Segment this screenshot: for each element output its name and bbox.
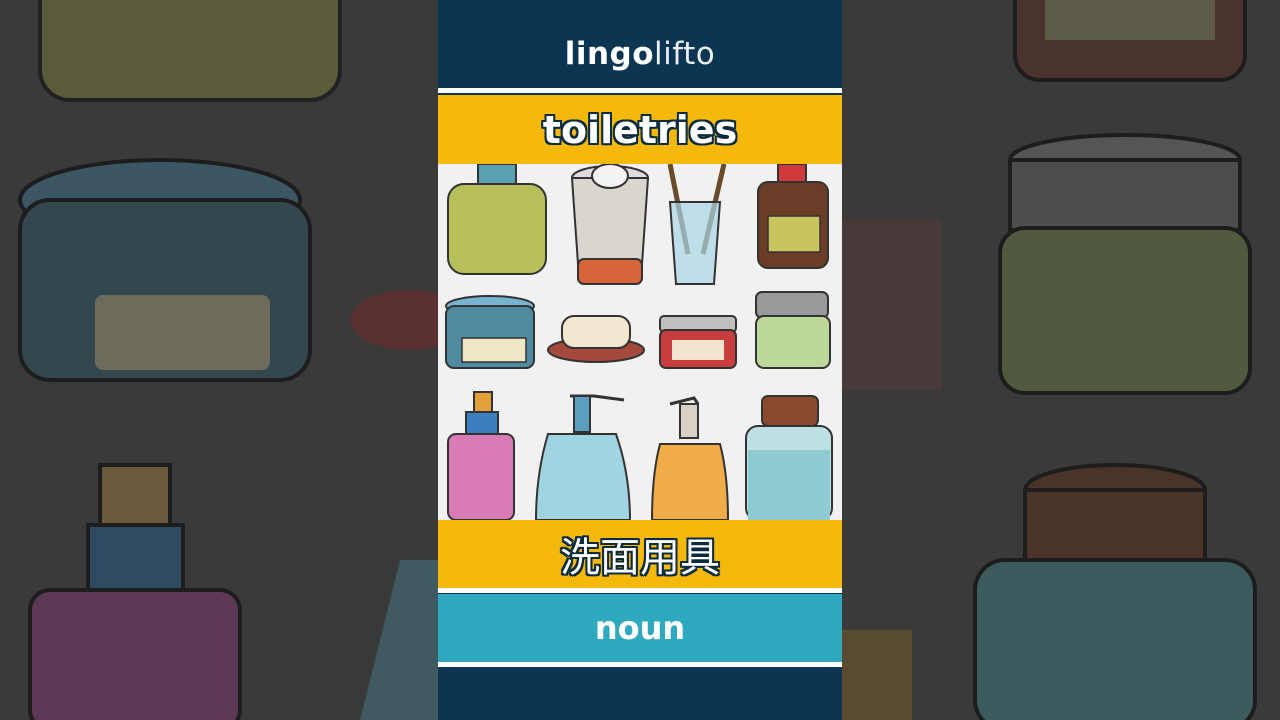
brown-bottle-icon <box>757 164 829 269</box>
orange-pump-bottle-icon <box>650 396 730 520</box>
teal-jar-bottle-icon <box>745 395 833 520</box>
translation-text: 洗面用具 <box>560 535 720 581</box>
cup-icon <box>570 164 650 285</box>
divider <box>438 588 842 593</box>
red-jar-icon <box>659 315 737 369</box>
flashcard: lingolifto toiletries 洗面用具 noun <box>438 0 842 720</box>
logo-text-secondary: lifto <box>654 36 716 72</box>
vocab-word: toiletries <box>542 107 738 152</box>
blue-pump-bottle-icon <box>534 394 632 520</box>
divider <box>438 88 842 93</box>
toothbrush-glass-icon <box>667 164 727 285</box>
toiletries-illustration <box>438 164 842 520</box>
word-band: toiletries <box>438 95 842 164</box>
pink-spray-bottle-icon <box>447 391 515 520</box>
blue-jar-icon <box>445 295 535 369</box>
translation-band: 洗面用具 <box>438 520 842 588</box>
olive-bottle-icon <box>447 164 547 275</box>
part-of-speech-band: noun <box>438 594 842 662</box>
soap-dish-icon <box>547 315 645 363</box>
part-of-speech-text: noun <box>594 609 686 647</box>
logo-text-primary: lingo <box>564 36 655 72</box>
green-jar-icon <box>755 291 831 369</box>
lingolifto-logo: lingolifto <box>438 36 842 72</box>
divider <box>438 662 842 667</box>
